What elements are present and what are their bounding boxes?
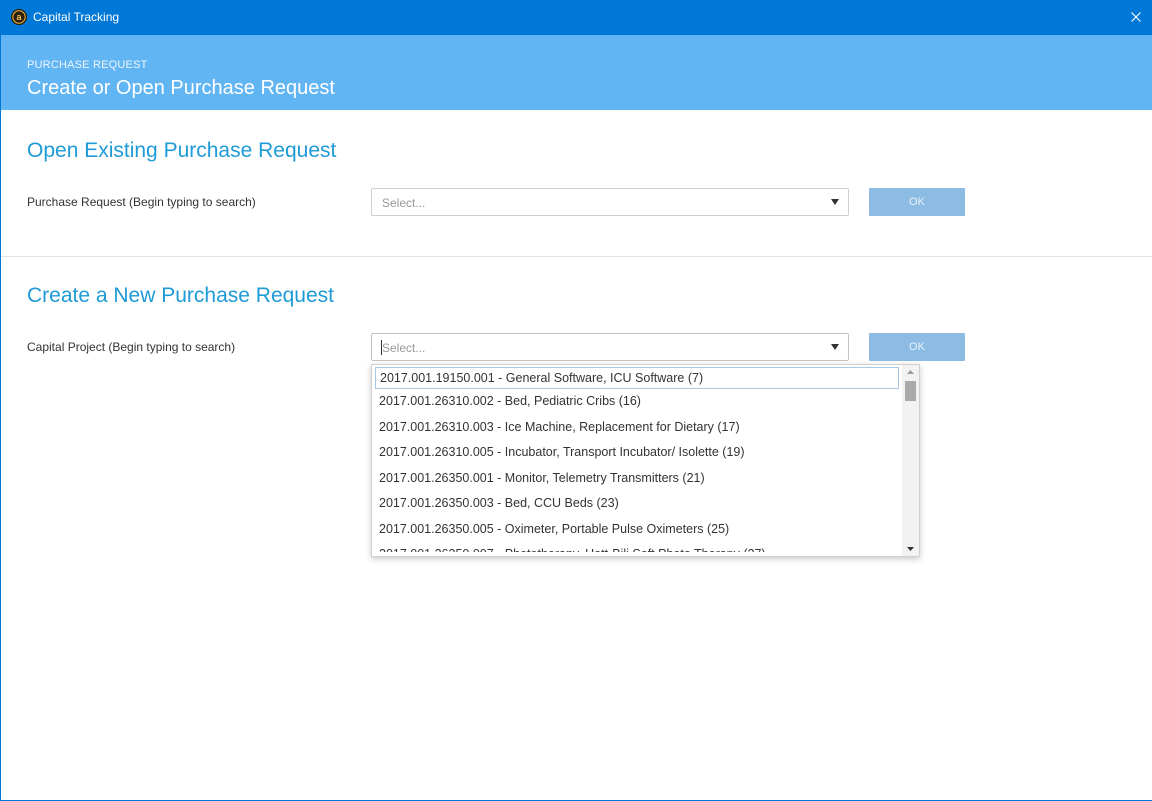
scroll-down-arrow-icon[interactable] [902, 542, 919, 556]
page-title: Create or Open Purchase Request [27, 77, 335, 99]
purchase-request-placeholder: Select... [382, 196, 426, 210]
dropdown-option[interactable]: 2017.001.26310.005 - Incubator, Transpor… [372, 440, 902, 466]
title-bar: a Capital Tracking [1, 0, 1152, 35]
page-header: PURCHASE REQUEST Create or Open Purchase… [1, 35, 1152, 110]
dropdown-option[interactable]: 2017.001.26350.007 - Phototherapy, Hatt-… [372, 542, 902, 552]
chevron-down-icon[interactable] [822, 334, 848, 360]
dropdown-option[interactable]: 2017.001.19150.001 - General Software, I… [375, 367, 899, 389]
open-existing-heading: Open Existing Purchase Request [27, 139, 337, 162]
chevron-down-icon[interactable] [822, 189, 848, 215]
close-icon [1131, 9, 1141, 27]
capital-project-placeholder: Select... [382, 341, 426, 355]
window-title: Capital Tracking [33, 10, 120, 24]
capital-project-dropdown: 2017.001.19150.001 - General Software, I… [371, 364, 920, 557]
dropdown-option[interactable]: 2017.001.26310.003 - Ice Machine, Replac… [372, 415, 902, 441]
dropdown-scrollbar[interactable] [902, 365, 919, 556]
dropdown-option[interactable]: 2017.001.26350.003 - Bed, CCU Beds (23) [372, 491, 902, 517]
close-button[interactable] [1119, 0, 1152, 35]
dropdown-option[interactable]: 2017.001.26350.001 - Monitor, Telemetry … [372, 466, 902, 492]
app-window: a Capital Tracking PURCHASE REQUEST Crea… [0, 0, 1152, 801]
scrollbar-thumb[interactable] [905, 381, 916, 401]
dropdown-list: 2017.001.19150.001 - General Software, I… [372, 365, 902, 552]
app-logo-icon: a [11, 9, 27, 25]
scroll-up-arrow-icon[interactable] [902, 365, 919, 379]
create-new-heading: Create a New Purchase Request [27, 284, 334, 307]
create-ok-button[interactable]: OK [869, 333, 965, 361]
dropdown-option[interactable]: 2017.001.26310.002 - Bed, Pediatric Crib… [372, 389, 902, 415]
purchase-request-select[interactable]: Select... [371, 188, 849, 216]
page-eyebrow: PURCHASE REQUEST [27, 59, 148, 71]
open-ok-button[interactable]: OK [869, 188, 965, 216]
capital-project-select[interactable]: Select... [371, 333, 849, 361]
dropdown-option[interactable]: 2017.001.26350.005 - Oximeter, Portable … [372, 517, 902, 543]
section-divider [1, 256, 1152, 257]
purchase-request-label: Purchase Request (Begin typing to search… [27, 195, 256, 209]
capital-project-label: Capital Project (Begin typing to search) [27, 340, 236, 354]
